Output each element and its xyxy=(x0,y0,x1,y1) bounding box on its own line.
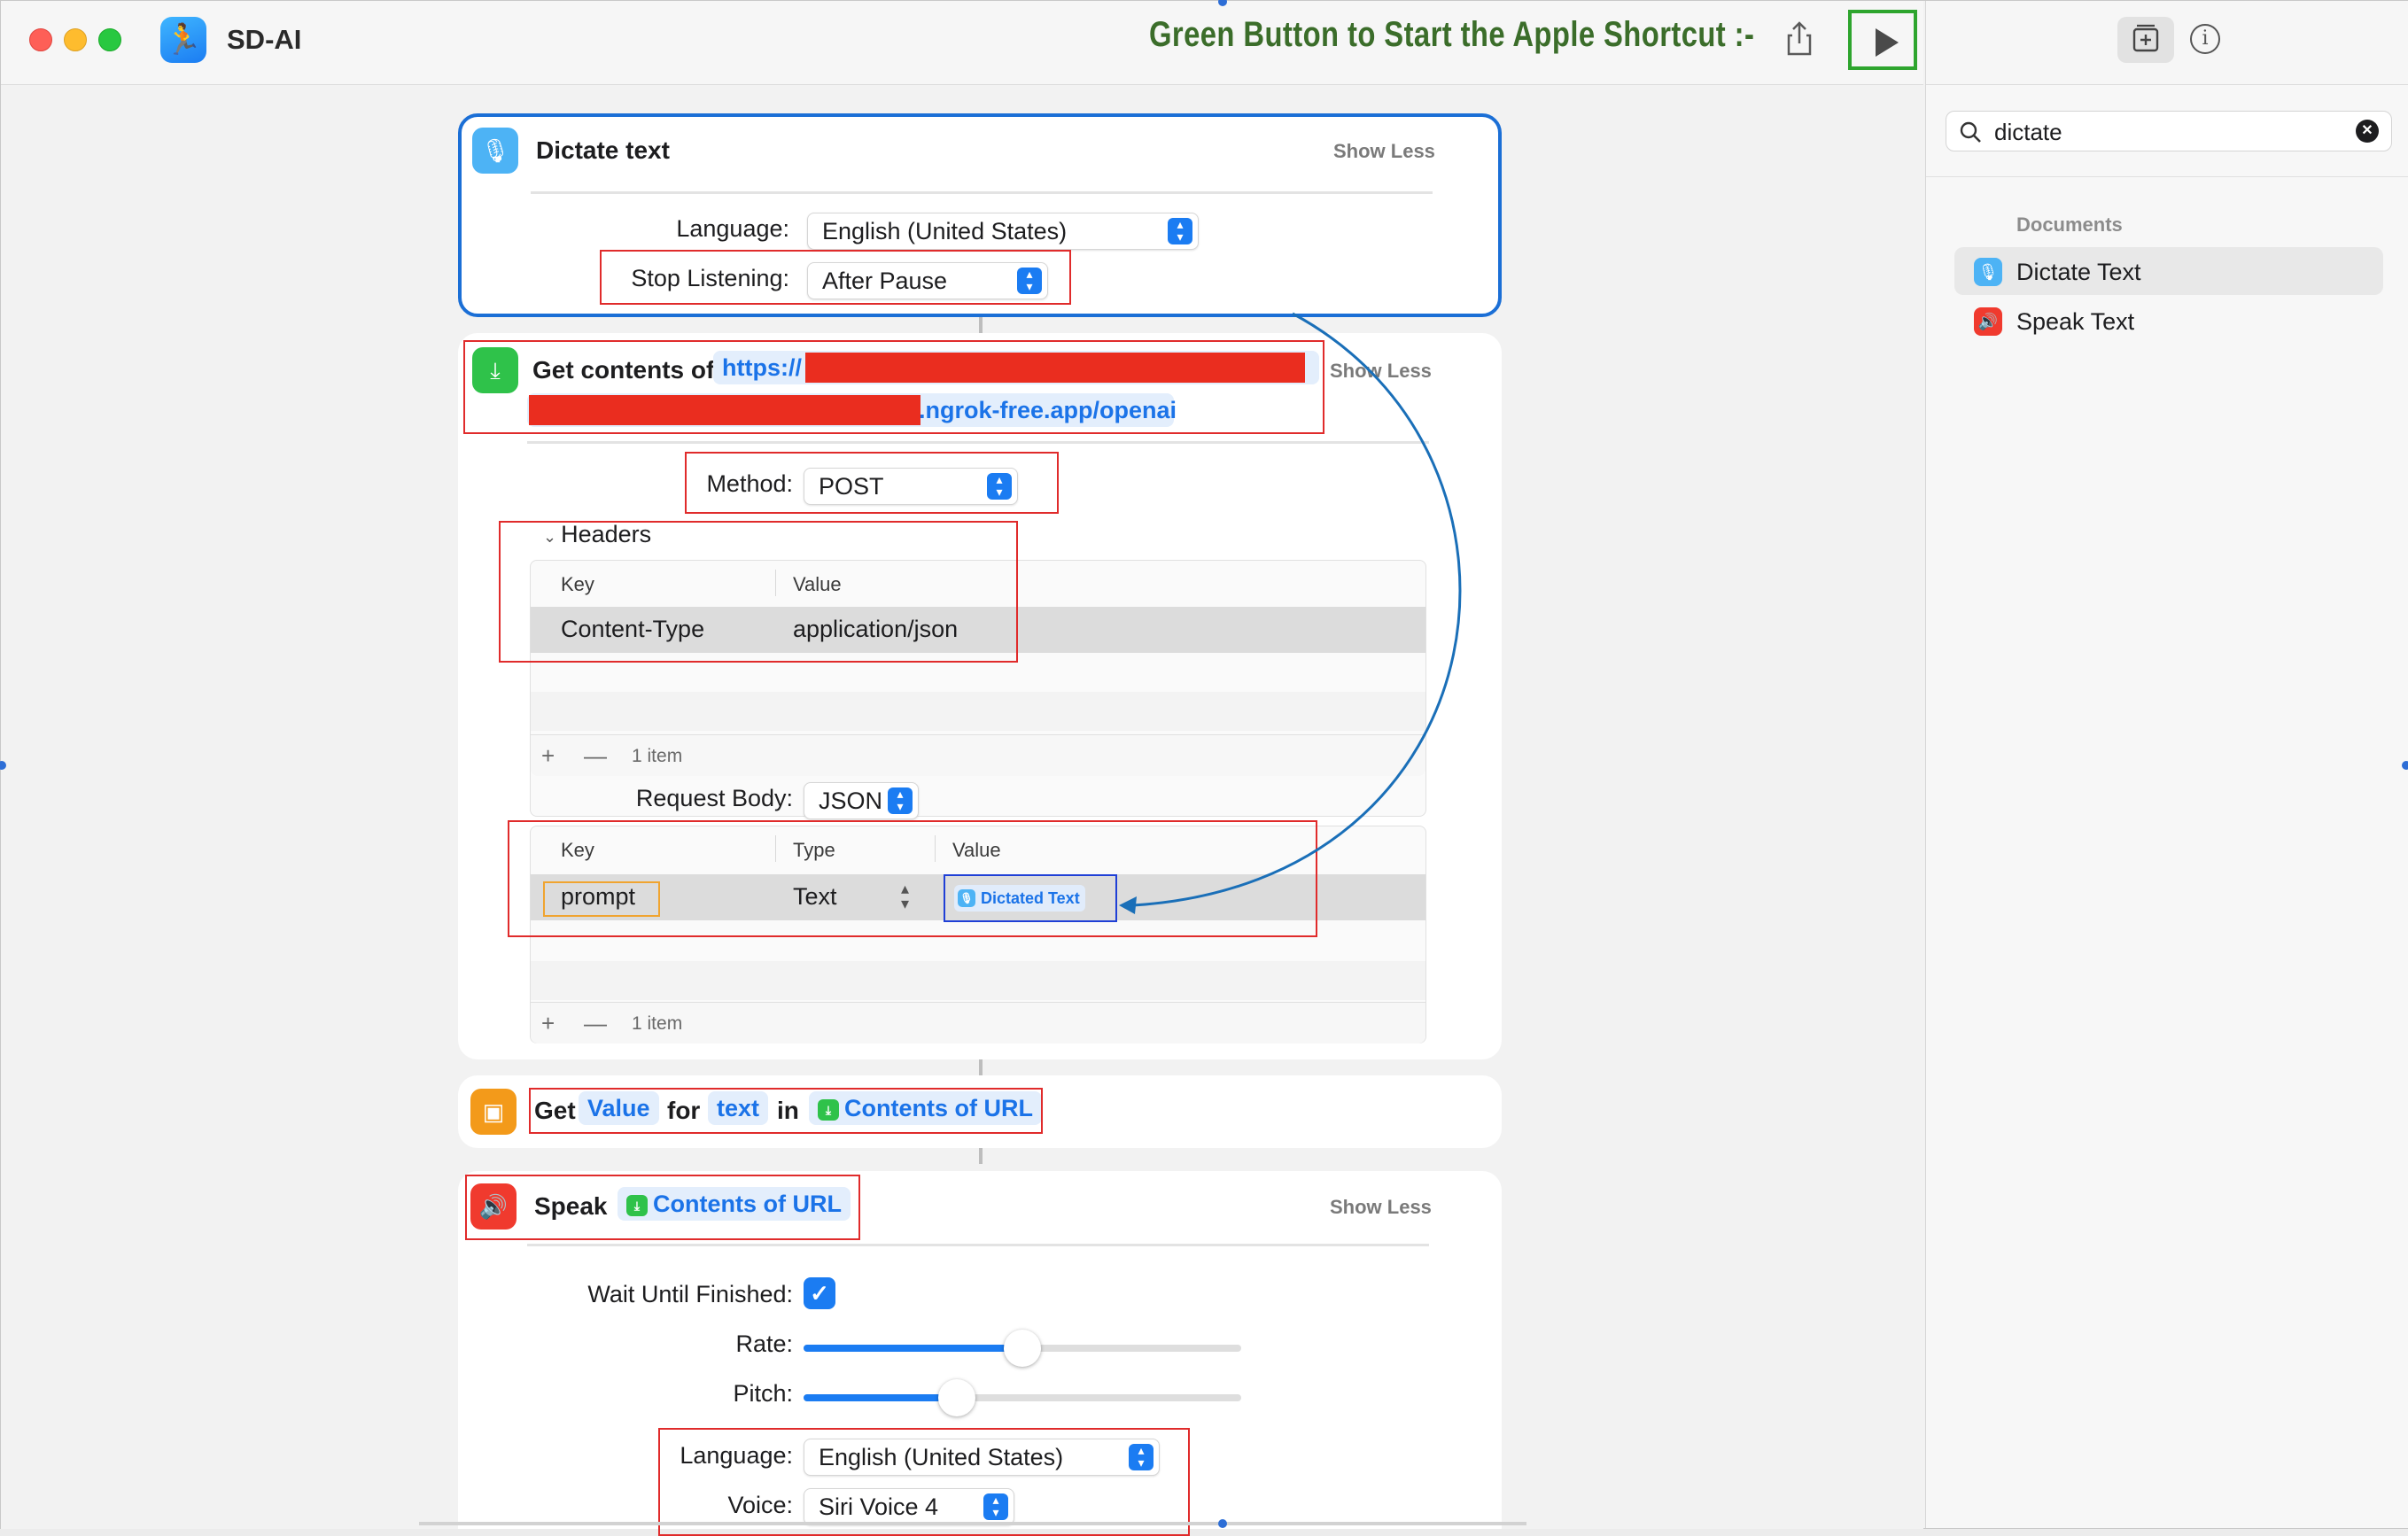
sidebar-divider xyxy=(1926,176,2408,177)
search-input[interactable]: dictate xyxy=(1994,119,2062,146)
minimize-window-button[interactable] xyxy=(64,28,87,51)
resize-handle-bottom[interactable] xyxy=(1218,1519,1227,1528)
sidebar-item-dictate-text[interactable]: 🎙 Dictate Text xyxy=(1954,247,2383,295)
resize-handle-right[interactable] xyxy=(2402,761,2408,770)
sidebar-section-title: Documents xyxy=(2016,213,2123,236)
info-icon[interactable]: i xyxy=(2190,24,2220,54)
sidebar-item-speak-text[interactable]: 🔊 Speak Text xyxy=(1954,297,2383,345)
annotation-arrow xyxy=(1119,312,1462,914)
search-field[interactable]: dictate ✕ xyxy=(1946,111,2392,151)
microphone-icon: 🎙 xyxy=(1974,258,2002,286)
sidebar-item-label: Speak Text xyxy=(2016,308,2135,335)
sidebar-item-label: Dictate Text xyxy=(2016,259,2141,285)
horizontal-scrollbar[interactable] xyxy=(419,1522,1526,1525)
search-icon xyxy=(1960,121,1981,143)
clear-search-icon[interactable]: ✕ xyxy=(2356,120,2379,143)
shortcut-editor: 🎙 Dictate text Show Less Language: Engli… xyxy=(1,85,1923,1536)
library-icon xyxy=(2132,24,2159,52)
title-bar: 🏃 SD-AI Green Button to Start the Apple … xyxy=(1,1,1923,85)
annotation-title: Green Button to Start the Apple Shortcut… xyxy=(1149,15,1755,54)
zoom-window-button[interactable] xyxy=(98,28,121,51)
shortcut-title[interactable]: SD-AI xyxy=(227,24,301,56)
shortcuts-window: 🏃 SD-AI Green Button to Start the Apple … xyxy=(0,0,2408,1536)
play-icon xyxy=(1876,28,1899,57)
speaker-icon: 🔊 xyxy=(1974,307,2002,336)
close-window-button[interactable] xyxy=(29,28,52,51)
run-shortcut-button[interactable] xyxy=(1848,10,1917,70)
shortcut-icon[interactable]: 🏃 xyxy=(160,17,206,63)
sidebar-toolbar: i xyxy=(1926,1,2408,85)
share-button[interactable] xyxy=(1777,17,1822,61)
share-icon xyxy=(1787,21,1812,56)
action-library-button[interactable] xyxy=(2117,17,2174,63)
action-library-sidebar: i dictate ✕ Documents 🎙 Dictate Text 🔊 S… xyxy=(1925,1,2408,1528)
